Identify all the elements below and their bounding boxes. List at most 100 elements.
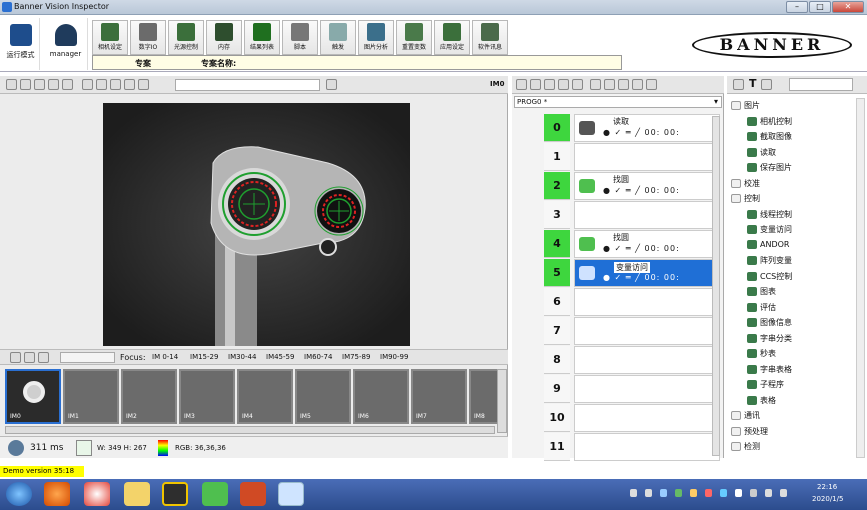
chrome-icon[interactable] <box>84 482 110 506</box>
powerpoint-icon[interactable] <box>240 482 266 506</box>
focus-range-link[interactable]: IM 0-14 <box>152 353 178 361</box>
focus-range-link[interactable]: IM45-59 <box>266 353 294 361</box>
image-thumbnail[interactable]: IM6 <box>353 369 409 424</box>
toolbox-item[interactable]: 读取 <box>747 147 776 158</box>
program-step[interactable]: 1 <box>518 143 720 172</box>
tray-icon[interactable] <box>630 489 637 497</box>
tray-icon[interactable] <box>750 489 757 497</box>
field-icon[interactable] <box>761 79 772 90</box>
toolbox-item[interactable]: 截取图像 <box>747 131 792 142</box>
step-body[interactable] <box>574 317 720 345</box>
ribbon-button[interactable]: 数字IO <box>130 20 166 55</box>
step-body[interactable]: 找圆 ● ✓ ═ ╱ 00: 00: <box>574 230 720 258</box>
image-thumbnail[interactable]: IM3 <box>179 369 235 424</box>
ribbon-button[interactable]: 重置变数 <box>396 20 432 55</box>
ribbon-button[interactable]: 相机设定 <box>92 20 128 55</box>
step-body[interactable] <box>574 404 720 432</box>
step-tools[interactable]: ● ✓ ═ ╱ 00: 00: <box>603 244 680 253</box>
focus-range-link[interactable]: IM90-99 <box>380 353 408 361</box>
program-step[interactable]: 11 <box>518 433 720 462</box>
clock-date[interactable]: 2020/1/5 <box>812 495 843 503</box>
tools-icon[interactable] <box>733 79 744 90</box>
roi-icon[interactable] <box>96 79 107 90</box>
focus-range-link[interactable]: IM75-89 <box>342 353 370 361</box>
thumbnail-view-icon[interactable] <box>10 352 21 363</box>
image-thumbnail[interactable]: IM4 <box>237 369 293 424</box>
clock-time[interactable]: 22:16 <box>817 483 837 491</box>
overlay-icon[interactable] <box>110 79 121 90</box>
toolbox-item[interactable]: 变量访问 <box>747 224 792 235</box>
thumbnail-hscroll[interactable] <box>5 426 495 434</box>
program-step[interactable]: 5 变量访问 ● ✓ ═ ╱ 00: 00: <box>518 259 720 288</box>
focus-range-link[interactable]: IM60-74 <box>304 353 332 361</box>
screen-icon[interactable] <box>6 79 17 90</box>
step-body[interactable]: 找圆 ● ✓ ═ ╱ 00: 00: <box>574 172 720 200</box>
image-thumbnail[interactable]: IM1 <box>63 369 119 424</box>
ribbon-button[interactable]: 图片分析 <box>358 20 394 55</box>
ribbon-button[interactable]: 应用设定 <box>434 20 470 55</box>
toolbox-item[interactable]: 字串表格 <box>747 364 792 375</box>
chart-icon[interactable] <box>76 440 92 456</box>
step-tools[interactable]: ● ✓ ═ ╱ 00: 00: <box>603 128 680 137</box>
program-select[interactable]: PROG0 * ▾ <box>514 96 722 108</box>
toolbox-item[interactable]: 图像信息 <box>747 317 792 328</box>
run-mode-button[interactable]: 运行模式 <box>2 18 40 70</box>
focus-range-link[interactable]: IM15-29 <box>190 353 218 361</box>
toolbox-item[interactable]: 图表 <box>747 286 776 297</box>
toolbox-item[interactable]: 相机控制 <box>747 116 792 127</box>
image-select-dropdown[interactable] <box>175 79 320 91</box>
step-body[interactable] <box>574 346 720 374</box>
focus-range-link[interactable]: IM30-44 <box>228 353 256 361</box>
program-step[interactable]: 6 <box>518 288 720 317</box>
wechat-icon[interactable] <box>202 482 228 506</box>
tray-icon[interactable] <box>720 489 727 497</box>
save-icon[interactable] <box>618 79 629 90</box>
vision-inspector-icon[interactable] <box>278 482 304 506</box>
step-body[interactable] <box>574 433 720 461</box>
tray-icon[interactable] <box>735 489 742 497</box>
program-step[interactable]: 2 找圆 ● ✓ ═ ╱ 00: 00: <box>518 172 720 201</box>
chart-icon[interactable] <box>646 79 657 90</box>
zoom-fit-icon[interactable] <box>48 79 59 90</box>
toolbox-scrollbar[interactable] <box>856 98 865 458</box>
image-thumbnail[interactable]: IM0 <box>5 369 61 424</box>
user-button[interactable]: manager <box>44 18 88 70</box>
minimize-button[interactable]: – <box>786 1 808 13</box>
program-step[interactable]: 8 <box>518 346 720 375</box>
toolbox-search-input[interactable] <box>789 78 853 91</box>
program-step[interactable]: 4 找圆 ● ✓ ═ ╱ 00: 00: <box>518 230 720 259</box>
toolbox-category[interactable]: 预处理 <box>731 426 768 437</box>
info-icon[interactable] <box>138 79 149 90</box>
toolbox-item[interactable]: CCS控制 <box>747 271 792 282</box>
program-step[interactable]: 0 读取 ● ✓ ═ ╱ 00: 00: <box>518 114 720 143</box>
record-icon[interactable] <box>572 79 583 90</box>
step-body[interactable]: 读取 ● ✓ ═ ╱ 00: 00: <box>574 114 720 142</box>
maximize-button[interactable]: □ <box>809 1 831 13</box>
list-view-icon[interactable] <box>24 352 35 363</box>
toolbox-item[interactable]: 阵列变量 <box>747 255 792 266</box>
ribbon-button[interactable]: 光源控制 <box>168 20 204 55</box>
tray-icon[interactable] <box>675 489 682 497</box>
zoom-out-icon[interactable] <box>34 79 45 90</box>
step-body[interactable] <box>574 201 720 229</box>
thumbnail-scrollbar[interactable] <box>497 369 507 433</box>
camera-image[interactable] <box>103 103 410 346</box>
program-step[interactable]: 3 <box>518 201 720 230</box>
toolbox-item[interactable]: 保存图片 <box>747 162 792 173</box>
toolbox-item[interactable]: 字串分类 <box>747 333 792 344</box>
filter-icon[interactable] <box>516 79 527 90</box>
tray-icon[interactable] <box>690 489 697 497</box>
toolbox-category[interactable]: 检测 <box>731 441 760 452</box>
ribbon-button[interactable]: 内存 <box>206 20 242 55</box>
network-icon[interactable] <box>765 489 772 497</box>
program-step[interactable]: 7 <box>518 317 720 346</box>
layer-icon[interactable] <box>124 79 135 90</box>
toolbox-category[interactable]: 图片 <box>731 100 760 111</box>
ribbon-button[interactable]: 脚本 <box>282 20 318 55</box>
grid-icon[interactable] <box>82 79 93 90</box>
move-down-icon[interactable] <box>530 79 541 90</box>
terminal-icon[interactable] <box>162 482 188 506</box>
step-tools[interactable]: ● ✓ ═ ╱ 00: 00: <box>603 273 680 282</box>
step-body[interactable] <box>574 375 720 403</box>
program-scrollbar[interactable] <box>712 116 720 456</box>
